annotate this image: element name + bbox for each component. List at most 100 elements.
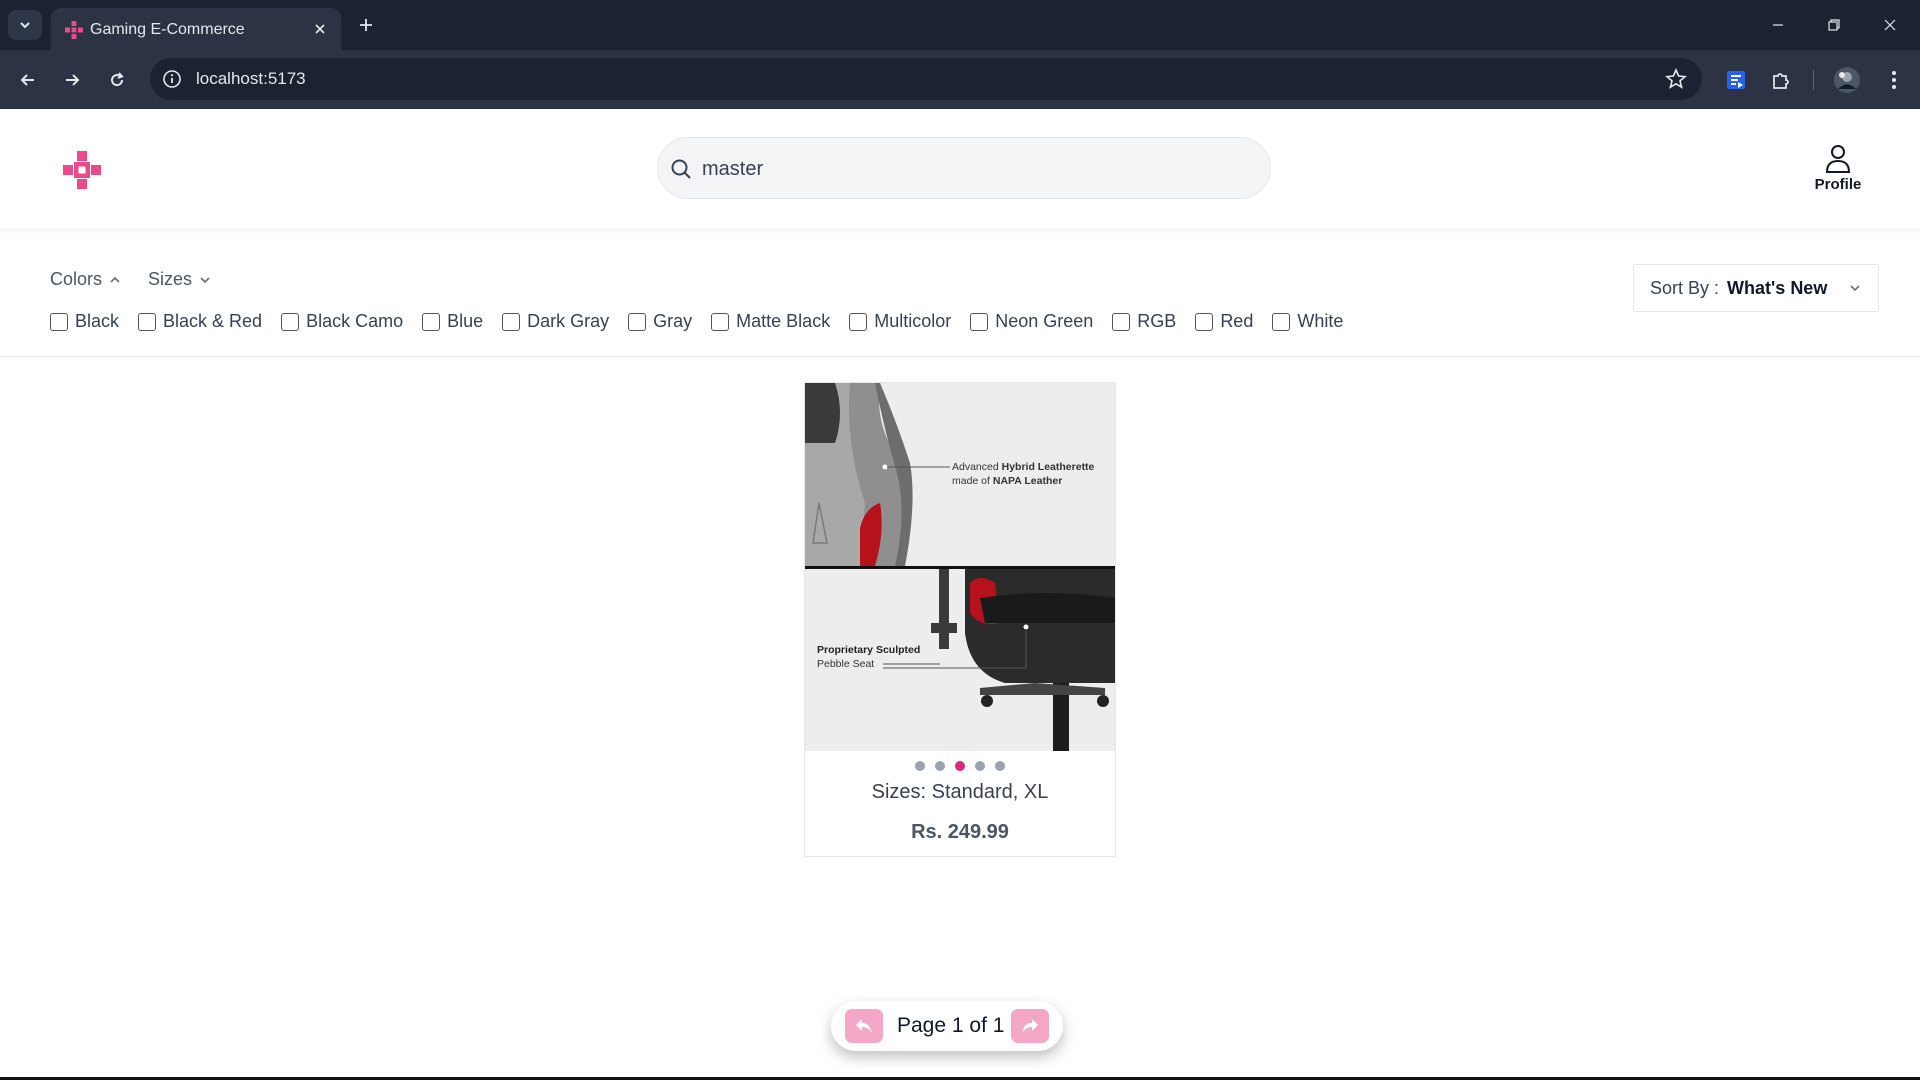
checkbox[interactable]: [711, 312, 730, 331]
color-option-red[interactable]: Red: [1195, 311, 1253, 332]
forward-arrow-icon[interactable]: [56, 64, 88, 96]
checkbox[interactable]: [422, 312, 441, 331]
extension-icon[interactable]: [1720, 64, 1752, 96]
checkbox[interactable]: [50, 312, 68, 331]
color-option-label: Black: [75, 311, 120, 331]
minimize-icon[interactable]: [1750, 0, 1806, 50]
puzzle-icon[interactable]: [1765, 64, 1797, 96]
color-option-label: Black Camo: [306, 311, 404, 331]
color-option-black-red[interactable]: Black & Red: [138, 311, 262, 332]
previous-page-button[interactable]: [845, 1009, 883, 1043]
color-option-label: Matte Black: [736, 311, 831, 331]
toolbar-divider: [1813, 70, 1814, 90]
color-option-label: Red: [1220, 311, 1254, 331]
product-price: Rs. 249.99: [911, 821, 1009, 843]
avatar[interactable]: [1831, 64, 1863, 96]
chevron-down-icon: [200, 276, 210, 283]
checkbox[interactable]: [1112, 312, 1131, 331]
product-image[interactable]: Advanced Hybrid Leatherette made of NAPA…: [805, 383, 1115, 751]
profile-label: Profile: [1814, 176, 1862, 193]
color-option-multicolor[interactable]: Multicolor: [849, 311, 951, 332]
colors-filter-label: Colors: [50, 269, 103, 289]
search-bar[interactable]: [657, 137, 1271, 199]
image-callout-top-2: made of NAPA Leather: [952, 475, 1062, 487]
tab-title: Gaming E-Commerce: [90, 21, 245, 38]
checkbox[interactable]: [281, 312, 300, 331]
image-callout-top: Advanced Hybrid Leatherette: [952, 461, 1095, 473]
page-indicator: Page 1 of 1: [897, 1014, 1005, 1037]
color-option-black[interactable]: Black: [50, 311, 119, 332]
chevron-down-icon: [1850, 285, 1860, 292]
color-option-rgb[interactable]: RGB: [1112, 311, 1176, 332]
browser-toolbar: localhost:5173: [0, 50, 1920, 109]
color-option-blue[interactable]: Blue: [422, 311, 483, 332]
address-bar[interactable]: localhost:5173: [150, 58, 1702, 100]
carousel-dots: [805, 761, 1115, 771]
game-logo-icon[interactable]: [62, 150, 102, 190]
filter-bar: Colors Sizes Black Black & Red Black Cam…: [0, 229, 1920, 357]
sort-dropdown[interactable]: Sort By : What's New: [1633, 264, 1879, 312]
sort-label: Sort By :: [1650, 277, 1720, 298]
browser-tab-bar: Gaming E-Commerce: [0, 0, 1920, 50]
color-options: Black Black & Red Black Camo Blue Dark G…: [50, 311, 1362, 332]
carousel-dot[interactable]: [915, 761, 925, 771]
sizes-filter-label: Sizes: [148, 269, 193, 289]
sizes-filter-toggle[interactable]: Sizes: [148, 269, 212, 290]
next-page-button[interactable]: [1011, 1009, 1049, 1043]
checkbox[interactable]: [1195, 312, 1214, 331]
color-option-matte-black[interactable]: Matte Black: [711, 311, 830, 332]
color-option-label: Multicolor: [874, 311, 952, 331]
carousel-dot[interactable]: [975, 761, 985, 771]
back-arrow-icon[interactable]: [12, 64, 44, 96]
image-callout-bottom-2: Pebble Seat: [817, 658, 874, 670]
color-option-label: Dark Gray: [527, 311, 610, 331]
plus-icon[interactable]: [352, 11, 380, 39]
game-logo-icon: [65, 21, 83, 39]
color-option-label: RGB: [1137, 311, 1177, 331]
chevron-up-icon: [110, 276, 120, 283]
checkbox[interactable]: [138, 312, 157, 331]
search-icon: [671, 159, 691, 179]
forward-arrow-icon: [1022, 1019, 1038, 1033]
star-icon[interactable]: [1664, 67, 1688, 91]
pagination: Page 1 of 1: [831, 1001, 1063, 1051]
color-option-label: Blue: [447, 311, 484, 331]
color-option-neon-green[interactable]: Neon Green: [970, 311, 1093, 332]
url-text[interactable]: localhost:5173: [196, 69, 306, 89]
color-option-black-camo[interactable]: Black Camo: [281, 311, 403, 332]
checkbox[interactable]: [1272, 312, 1291, 331]
checkbox[interactable]: [849, 312, 868, 331]
kebab-menu-icon[interactable]: [1878, 64, 1910, 96]
chevron-down-icon: [20, 22, 30, 29]
sort-value: What's New: [1727, 277, 1828, 298]
restore-icon[interactable]: [1806, 0, 1862, 50]
carousel-dot-active[interactable]: [955, 761, 965, 771]
profile-button[interactable]: Profile: [1800, 144, 1876, 196]
tab-list-button[interactable]: [8, 10, 42, 40]
color-option-dark-gray[interactable]: Dark Gray: [502, 311, 609, 332]
checkbox[interactable]: [502, 312, 521, 331]
gaming-chair-image: Advanced Hybrid Leatherette made of NAPA…: [805, 383, 1115, 751]
reload-icon[interactable]: [101, 64, 133, 96]
browser-tab[interactable]: Gaming E-Commerce: [51, 8, 341, 50]
checkbox[interactable]: [970, 312, 989, 331]
color-option-gray[interactable]: Gray: [628, 311, 692, 332]
color-option-label: Neon Green: [995, 311, 1094, 331]
user-icon: [1825, 145, 1851, 173]
product-card[interactable]: Advanced Hybrid Leatherette made of NAPA…: [804, 382, 1116, 857]
carousel-dot[interactable]: [935, 761, 945, 771]
close-icon[interactable]: [309, 18, 331, 40]
search-input[interactable]: [702, 152, 1242, 186]
image-callout-bottom: Proprietary Sculpted: [817, 644, 920, 656]
site-info-icon[interactable]: [160, 67, 184, 91]
checkbox[interactable]: [628, 312, 647, 331]
color-option-label: Black & Red: [163, 311, 263, 331]
colors-filter-toggle[interactable]: Colors: [50, 269, 122, 290]
color-option-label: White: [1297, 311, 1344, 331]
product-sizes: Sizes: Standard, XL: [871, 781, 1049, 803]
site-header: Profile: [0, 109, 1920, 229]
color-option-white[interactable]: White: [1272, 311, 1343, 332]
window-close-icon[interactable]: [1862, 0, 1918, 50]
color-option-label: Gray: [653, 311, 693, 331]
carousel-dot[interactable]: [995, 761, 1005, 771]
